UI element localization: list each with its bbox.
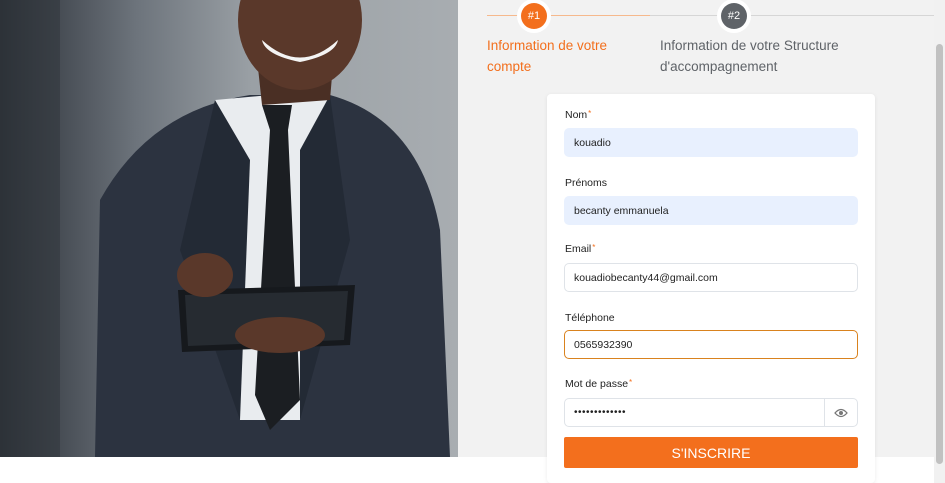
required-marker: * bbox=[588, 109, 592, 118]
step-2-indicator[interactable]: #2 bbox=[721, 3, 747, 29]
step-progress-line-active bbox=[487, 15, 650, 16]
prenoms-label: Prénoms bbox=[565, 177, 607, 189]
step-1-label[interactable]: Information de votre compte bbox=[487, 35, 607, 77]
password-label-text: Mot de passe bbox=[565, 378, 629, 390]
prenoms-value: becanty emmanuela bbox=[574, 204, 669, 217]
prenoms-input[interactable]: becanty emmanuela bbox=[564, 196, 858, 225]
email-label-text: Email bbox=[565, 243, 592, 255]
email-input[interactable]: kouadiobecanty44@gmail.com bbox=[564, 263, 858, 292]
businessman-illustration bbox=[0, 0, 450, 457]
step-progress-line-inactive bbox=[650, 15, 934, 16]
step-2-label-line1: Information de votre Structure bbox=[660, 38, 839, 53]
nom-label: Nom* bbox=[565, 109, 591, 121]
scrollbar-thumb[interactable] bbox=[936, 44, 943, 464]
step-1-number: #1 bbox=[527, 10, 541, 22]
nom-value: kouadio bbox=[574, 136, 611, 149]
step-2-label-line2: d'accompagnement bbox=[660, 59, 778, 74]
hero-photo bbox=[0, 0, 458, 457]
prenoms-label-text: Prénoms bbox=[565, 177, 608, 189]
nom-input[interactable]: kouadio bbox=[564, 128, 858, 157]
step-2-number: #2 bbox=[727, 10, 741, 22]
signup-submit-button[interactable]: S'INSCRIRE bbox=[564, 437, 858, 468]
signup-page: #1 #2 Information de votre compte Inform… bbox=[0, 0, 945, 483]
required-marker: * bbox=[592, 243, 596, 252]
password-input[interactable]: ••••••••••••• bbox=[564, 398, 858, 427]
email-label: Email* bbox=[565, 243, 595, 255]
telephone-value: 0565932390 bbox=[574, 338, 633, 351]
nom-label-text: Nom bbox=[565, 109, 588, 121]
step-1-indicator[interactable]: #1 bbox=[521, 3, 547, 29]
page-scrollbar[interactable] bbox=[934, 0, 945, 483]
password-label: Mot de passe* bbox=[565, 378, 632, 390]
eye-icon bbox=[834, 408, 848, 417]
step-1-label-line1: Information de votre bbox=[487, 38, 608, 53]
telephone-label: Téléphone bbox=[565, 312, 615, 324]
password-masked-value: ••••••••••••• bbox=[574, 407, 627, 418]
telephone-label-text: Téléphone bbox=[565, 312, 615, 324]
password-visibility-toggle[interactable] bbox=[824, 399, 857, 426]
step-1-label-line2: compte bbox=[487, 59, 532, 74]
telephone-input[interactable]: 0565932390 bbox=[564, 330, 858, 359]
email-value: kouadiobecanty44@gmail.com bbox=[574, 271, 718, 284]
required-marker: * bbox=[629, 378, 633, 387]
step-2-label[interactable]: Information de votre Structure d'accompa… bbox=[660, 35, 839, 77]
